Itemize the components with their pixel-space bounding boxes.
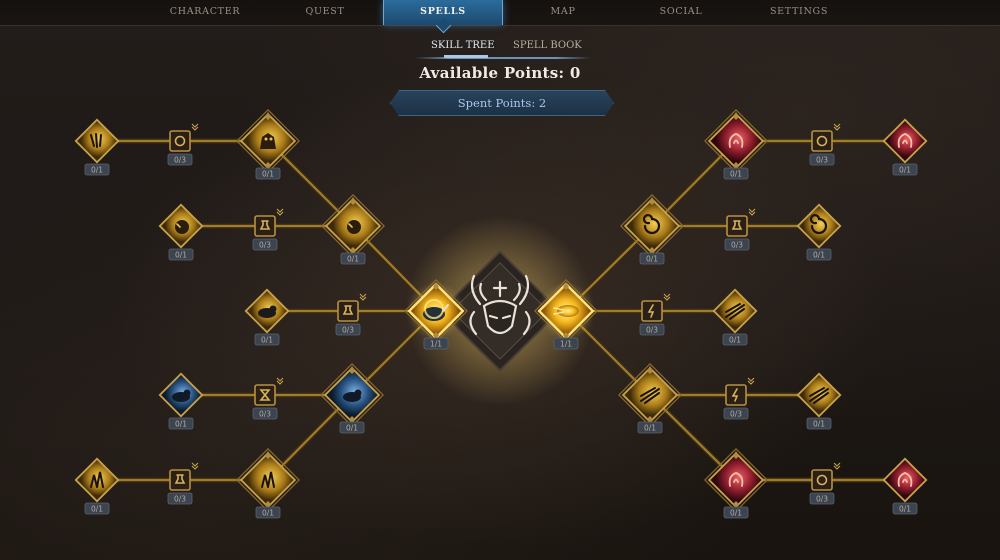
skill-node[interactable]: 0/3 bbox=[335, 293, 367, 336]
upgrade-chevron-icon bbox=[191, 123, 199, 131]
skill-rank-value: 0/1 bbox=[262, 170, 274, 179]
skill-node-frame bbox=[725, 384, 747, 406]
skill-node[interactable]: 0/3 bbox=[809, 462, 841, 505]
upgrade-chevron-icon bbox=[276, 377, 284, 385]
upgrade-chevron-icon bbox=[833, 123, 841, 131]
skill-node-frame bbox=[169, 130, 191, 152]
skill-node[interactable]: 0/1 bbox=[244, 288, 290, 346]
skill-node[interactable]: 0/1 bbox=[704, 109, 768, 180]
skill-node[interactable]: 0/1 bbox=[882, 457, 928, 515]
skill-rank-value: 0/1 bbox=[644, 424, 656, 433]
skill-rank-value: 0/3 bbox=[259, 410, 271, 419]
skill-node-frame bbox=[641, 300, 663, 322]
upgrade-chevron-icon bbox=[191, 462, 199, 470]
skill-node[interactable]: 0/3 bbox=[167, 123, 199, 166]
skill-rank-value: 0/1 bbox=[729, 336, 741, 345]
upgrade-chevron-icon bbox=[359, 293, 367, 301]
skill-node-frame bbox=[811, 130, 833, 152]
skill-node-frame bbox=[254, 215, 276, 237]
skill-rank-value: 0/1 bbox=[899, 505, 911, 514]
skill-node[interactable]: 0/1 bbox=[796, 203, 842, 261]
skill-node-frame bbox=[796, 203, 842, 249]
skill-rank-value: 1/1 bbox=[560, 340, 572, 349]
skill-node-frame bbox=[337, 300, 359, 322]
boulder-icon bbox=[175, 220, 189, 234]
skill-rank-value: 0/3 bbox=[816, 495, 828, 504]
skill-node[interactable]: 0/1 bbox=[158, 372, 204, 430]
skill-node[interactable]: 0/1 bbox=[74, 118, 120, 176]
upgrade-chevron-icon bbox=[747, 377, 755, 385]
skill-rank-value: 0/3 bbox=[816, 156, 828, 165]
skill-rank-value: 0/3 bbox=[731, 241, 743, 250]
skill-node[interactable]: 0/1 bbox=[712, 288, 758, 346]
skill-node-frame bbox=[74, 457, 120, 503]
skill-rank-value: 0/1 bbox=[262, 509, 274, 518]
skill-rank-value: 0/1 bbox=[899, 166, 911, 175]
skill-node[interactable]: 0/3 bbox=[167, 462, 199, 505]
skill-rank-value: 0/3 bbox=[174, 156, 186, 165]
skill-rank-value: 0/1 bbox=[347, 255, 359, 264]
skill-rank-value: 0/3 bbox=[259, 241, 271, 250]
skill-rank-value: 0/3 bbox=[174, 495, 186, 504]
upgrade-chevron-icon bbox=[833, 462, 841, 470]
skill-rank-value: 0/3 bbox=[342, 326, 354, 335]
skill-rank-value: 0/1 bbox=[346, 424, 358, 433]
skill-rank-value: 0/1 bbox=[646, 255, 658, 264]
skill-rank-value: 0/1 bbox=[730, 170, 742, 179]
skill-rank-value: 0/3 bbox=[730, 410, 742, 419]
skill-node[interactable]: 0/1 bbox=[74, 457, 120, 515]
upgrade-chevron-icon bbox=[748, 208, 756, 216]
skill-node[interactable]: 0/3 bbox=[252, 377, 284, 420]
skill-rank-value: 0/3 bbox=[646, 326, 658, 335]
skill-node[interactable]: 0/3 bbox=[723, 377, 755, 420]
skill-node[interactable]: 0/1 bbox=[158, 203, 204, 261]
skill-node[interactable]: 0/1 bbox=[236, 109, 300, 180]
skill-node-frame bbox=[726, 215, 748, 237]
skill-node[interactable]: 0/3 bbox=[724, 208, 756, 251]
upgrade-chevron-icon bbox=[663, 293, 671, 301]
skill-rank-value: 0/1 bbox=[261, 336, 273, 345]
skill-node[interactable]: 0/3 bbox=[809, 123, 841, 166]
skill-rank-value: 0/1 bbox=[91, 505, 103, 514]
skill-rank-value: 0/1 bbox=[730, 509, 742, 518]
skill-rank-value: 0/1 bbox=[175, 420, 187, 429]
skill-rank-value: 1/1 bbox=[430, 340, 442, 349]
skill-node-frame bbox=[811, 469, 833, 491]
skill-rank-value: 0/1 bbox=[91, 166, 103, 175]
skill-rank-value: 0/1 bbox=[813, 251, 825, 260]
skill-rank-value: 0/1 bbox=[175, 251, 187, 260]
skill-node[interactable]: 0/3 bbox=[639, 293, 671, 336]
meteor-icon bbox=[347, 220, 361, 234]
skill-tree: 0/1 0/3 0/1 0/1 0/3 0/1 0/1 0/3 1/1 0/1 0/3 0/1 0/1 0… bbox=[74, 109, 928, 519]
skill-node[interactable]: 0/1 bbox=[882, 118, 928, 176]
skill-node[interactable]: 0/3 bbox=[252, 208, 284, 251]
skill-rank-value: 0/1 bbox=[813, 420, 825, 429]
skill-node[interactable]: 0/1 bbox=[796, 372, 842, 430]
upgrade-chevron-icon bbox=[276, 208, 284, 216]
skill-node-frame bbox=[169, 469, 191, 491]
